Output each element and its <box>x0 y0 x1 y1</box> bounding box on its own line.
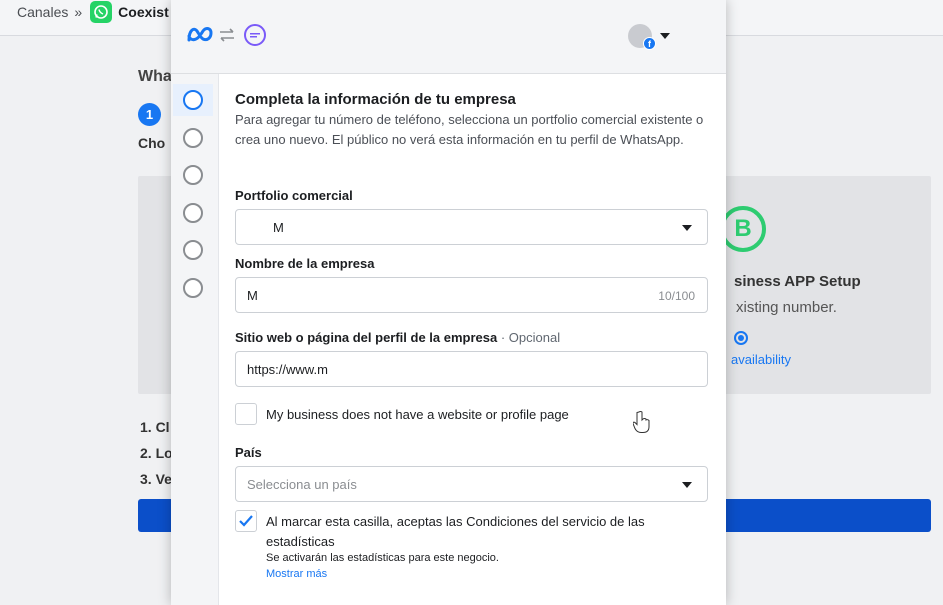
portfolio-value: M <box>273 219 284 235</box>
step-indicator <box>183 90 203 110</box>
partner-logo-icon <box>244 24 266 46</box>
progress-stepper <box>171 74 219 605</box>
chevron-down-icon <box>682 225 692 231</box>
website-label-text: Sitio web o página del perfil de la empr… <box>235 330 498 345</box>
list-item: 2. Lo <box>140 445 173 461</box>
facebook-icon: f <box>643 37 656 50</box>
website-value: https://www.m <box>247 361 328 377</box>
terms-checkbox[interactable] <box>235 510 257 532</box>
breadcrumb-root[interactable]: Canales <box>17 4 68 20</box>
instruction-list: 1. Cl 2. Lo 3. Ve <box>140 414 173 492</box>
step-number: 1 <box>138 103 161 126</box>
step-indicator <box>183 128 203 148</box>
show-more-link[interactable]: Mostrar más <box>266 568 327 580</box>
country-label: País <box>235 445 262 460</box>
swap-icon <box>220 28 234 42</box>
account-avatar-icon: f <box>628 24 656 50</box>
company-name-value: M <box>247 287 258 303</box>
terms-label-prefix: Al marcar esta casilla, aceptas las <box>266 514 467 529</box>
portfolio-select[interactable]: M <box>235 209 708 245</box>
website-label: Sitio web o página del perfil de la empr… <box>235 330 560 345</box>
dialog-intro: Completa la información de tu empresa Pa… <box>235 90 710 150</box>
hand-cursor-icon <box>633 411 650 433</box>
whatsapp-icon <box>90 1 113 23</box>
character-counter: 10/100 <box>658 289 695 303</box>
option-radio[interactable] <box>734 331 748 345</box>
breadcrumb-current: Coexist <box>118 4 169 20</box>
company-name-label: Nombre de la empresa <box>235 256 375 271</box>
company-name-input[interactable]: M 10/100 <box>235 277 708 313</box>
step-indicator <box>183 240 203 260</box>
step-indicator <box>183 165 203 185</box>
chevron-down-icon <box>660 33 670 39</box>
list-item: 3. Ve <box>140 471 172 487</box>
breadcrumb: Canales » Coexist <box>17 1 169 23</box>
list-item: 1. Cl <box>140 419 170 435</box>
business-info-dialog: f Completa la información de tu empresa … <box>171 0 726 605</box>
choose-label: Cho <box>138 135 166 151</box>
terms-label: Al marcar esta casilla, aceptas las Cond… <box>266 512 696 552</box>
chevron-down-icon <box>682 482 692 488</box>
availability-link[interactable]: availability <box>731 352 791 367</box>
website-input[interactable]: https://www.m <box>235 351 708 387</box>
no-website-checkbox[interactable] <box>235 403 257 425</box>
no-website-label: My business does not have a website or p… <box>266 407 569 422</box>
terms-note: Se activarán las estadísticas para este … <box>266 552 499 564</box>
country-placeholder: Selecciona un país <box>247 476 357 492</box>
optional-tag: · Opcional <box>500 330 561 345</box>
dialog-title: Completa la información de tu empresa <box>235 91 516 108</box>
dialog-header: f <box>171 0 726 74</box>
step-indicator <box>183 278 203 298</box>
breadcrumb-separator: » <box>74 4 83 20</box>
checkmark-icon <box>239 515 253 527</box>
business-app-icon: B <box>720 206 766 252</box>
step-indicator <box>183 203 203 223</box>
portfolio-label: Portfolio comercial <box>235 188 353 203</box>
meta-logo-icon <box>187 27 213 42</box>
dialog-description: Para agregar tu número de teléfono, sele… <box>235 112 704 147</box>
setup-subtitle: xisting number. <box>736 299 837 316</box>
setup-title: siness APP Setup <box>734 273 861 290</box>
page-heading: Wha <box>138 68 172 85</box>
account-switcher[interactable]: f <box>628 24 670 50</box>
country-select[interactable]: Selecciona un país <box>235 466 708 502</box>
